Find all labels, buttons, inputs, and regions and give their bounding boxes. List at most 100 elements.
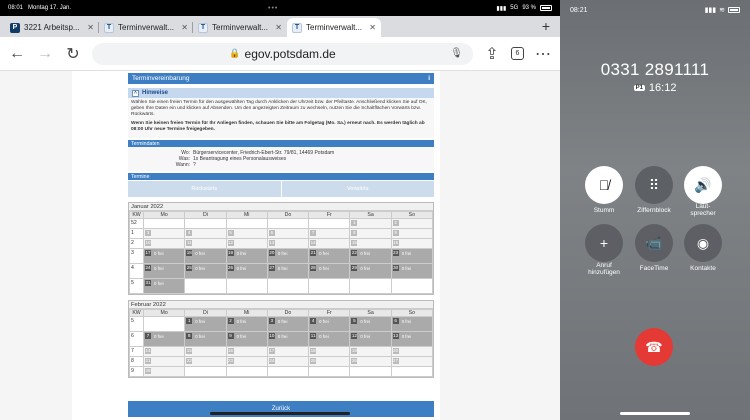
tab-3[interactable]: T Terminverwalt... ✕ bbox=[193, 18, 287, 37]
close-icon[interactable]: ✕ bbox=[181, 23, 188, 32]
day-number: 16 bbox=[392, 240, 399, 246]
day-number: 18 bbox=[310, 348, 317, 354]
phone-status-icons: ▮▮▮ ≋ bbox=[705, 6, 740, 14]
day-cell[interactable]: 50 frei bbox=[349, 316, 392, 332]
tab-favicon: P bbox=[10, 22, 20, 33]
multitask-dots[interactable]: ••• bbox=[268, 5, 278, 12]
period-navigation: Rückwärts Vorwärts bbox=[128, 181, 434, 197]
free-slots: 0 frei bbox=[195, 265, 205, 271]
day-cell[interactable]: 10 0 frei bbox=[266, 331, 310, 347]
day-cell: 21 bbox=[142, 356, 186, 367]
tab-2[interactable]: T Terminverwalt... ✕ bbox=[99, 18, 193, 37]
day-number: 31 bbox=[145, 280, 151, 286]
browser-window: 08:01 Montag 17. Jan. ••• ▮▮▮ 5G 93 % P … bbox=[0, 0, 560, 420]
day-number: 21 bbox=[310, 250, 317, 256]
day-cell[interactable]: 30 frei bbox=[266, 316, 310, 332]
day-cell[interactable]: 11 0 frei bbox=[308, 331, 351, 347]
week-number: 3 bbox=[129, 248, 144, 264]
free-slots: 0 frei bbox=[360, 318, 370, 324]
empty-cell bbox=[308, 366, 351, 377]
weekday-header: Sa bbox=[349, 211, 392, 219]
hint-paragraph-1: Wählen Sie einen freien Termin für den a… bbox=[131, 100, 428, 117]
day-cell: 10 bbox=[142, 238, 186, 249]
tab-4-active[interactable]: T Terminverwalt... ✕ bbox=[287, 18, 381, 37]
backward-button[interactable]: Rückwärts bbox=[128, 181, 281, 197]
day-cell[interactable]: 29 0 frei bbox=[349, 263, 392, 279]
end-call-button[interactable]: ☎ bbox=[635, 328, 673, 366]
day-cell[interactable]: 30 0 frei bbox=[390, 263, 434, 279]
speaker-button[interactable]: 🔊 bbox=[684, 166, 722, 204]
add-call-button[interactable]: + bbox=[585, 224, 623, 262]
day-number: 23 bbox=[227, 358, 234, 364]
day-cell[interactable]: 24 0 frei bbox=[142, 263, 186, 279]
day-number: 22 bbox=[351, 250, 358, 256]
day-number: 6 bbox=[268, 230, 275, 236]
forward-button[interactable]: Vorwärts bbox=[281, 181, 434, 197]
caller-number: 0331 2891111 bbox=[600, 60, 710, 79]
forward-arrow-icon[interactable]: → bbox=[36, 45, 54, 63]
weekday-header: Sa bbox=[349, 309, 392, 317]
day-cell[interactable]: 10 frei bbox=[184, 316, 227, 332]
day-cell[interactable]: 40 frei bbox=[308, 316, 351, 332]
day-number: 14 bbox=[145, 348, 151, 354]
week-number: 1 bbox=[129, 228, 144, 239]
empty-cell bbox=[184, 278, 227, 294]
empty-cell bbox=[266, 278, 310, 294]
day-cell[interactable]: 13 0 frei bbox=[390, 331, 434, 347]
hint-paragraph-2: Wenn Sie keinen freien Termin für Ihr An… bbox=[131, 121, 425, 132]
close-icon[interactable]: ✕ bbox=[369, 23, 376, 32]
day-cell[interactable]: 90 frei bbox=[225, 331, 268, 347]
day-cell[interactable]: 22 0 frei bbox=[349, 248, 392, 264]
day-number: 30 bbox=[392, 265, 399, 271]
day-cell[interactable]: 19 0 frei bbox=[225, 248, 268, 264]
share-icon[interactable]: ⇪ bbox=[483, 44, 501, 64]
day-cell[interactable]: 26 0 frei bbox=[225, 263, 268, 279]
free-slots: 0 frei bbox=[360, 265, 370, 271]
keypad-button[interactable]: ⠿ bbox=[635, 166, 673, 204]
close-icon[interactable]: ✕ bbox=[87, 23, 94, 32]
day-cell: 6 bbox=[266, 228, 310, 239]
collapse-icon[interactable]: ^ bbox=[132, 89, 139, 97]
day-cell[interactable]: 27 0 frei bbox=[266, 263, 310, 279]
day-cell[interactable]: 20 0 frei bbox=[266, 248, 310, 264]
day-number: 11 bbox=[310, 333, 317, 339]
day-number: 11 bbox=[186, 240, 193, 246]
info-icon[interactable]: i bbox=[428, 75, 430, 82]
tab-favicon: T bbox=[292, 22, 302, 33]
day-cell[interactable]: 60 frei bbox=[390, 316, 434, 332]
mute-button[interactable]: 🎙̸ bbox=[585, 166, 623, 204]
back-arrow-icon[interactable]: ← bbox=[8, 45, 26, 63]
empty-cell bbox=[266, 218, 310, 229]
tab-switcher-button[interactable]: 6 bbox=[511, 47, 524, 60]
weekday-header: Mi bbox=[225, 309, 268, 317]
day-cell[interactable]: 70 frei bbox=[142, 331, 186, 347]
day-cell[interactable]: 80 frei bbox=[184, 331, 227, 347]
day-number: 28 bbox=[145, 368, 151, 374]
address-bar[interactable]: 🔒 egov.potsdam.de 🎙 bbox=[92, 42, 473, 65]
day-cell[interactable]: 17 0 frei bbox=[142, 248, 186, 264]
more-menu-icon[interactable]: ⋯ bbox=[534, 44, 552, 64]
day-number: 9 bbox=[227, 333, 234, 339]
day-cell[interactable]: 18 0 frei bbox=[184, 248, 227, 264]
day-cell[interactable]: 28 0 frei bbox=[308, 263, 351, 279]
facetime-button[interactable]: 📹 bbox=[635, 224, 673, 262]
contacts-button[interactable]: ◉ bbox=[684, 224, 722, 262]
new-tab-button[interactable]: + bbox=[542, 18, 550, 34]
weekday-header: So bbox=[390, 309, 434, 317]
hints-header[interactable]: ^ Hinweise bbox=[128, 88, 434, 98]
day-number: 25 bbox=[310, 358, 317, 364]
weekday-header: Di bbox=[184, 211, 227, 219]
day-cell[interactable]: 21 0 frei bbox=[308, 248, 351, 264]
microphone-icon[interactable]: 🎙 bbox=[450, 48, 463, 59]
day-cell[interactable]: 25 0 frei bbox=[184, 263, 227, 279]
day-number: 13 bbox=[392, 333, 399, 339]
close-icon[interactable]: ✕ bbox=[275, 23, 282, 32]
day-cell[interactable]: 23 0 frei bbox=[390, 248, 434, 264]
day-cell[interactable]: 12 0 frei bbox=[349, 331, 392, 347]
tab-1[interactable]: P 3221 Arbeitsp... ✕ bbox=[5, 18, 99, 37]
day-cell[interactable]: 20 frei bbox=[225, 316, 268, 332]
lock-icon: 🔒 bbox=[229, 48, 241, 58]
reload-icon[interactable]: ↻ bbox=[64, 44, 82, 64]
free-slots: 0 frei bbox=[319, 250, 329, 256]
day-cell[interactable]: 31 0 frei bbox=[142, 278, 186, 294]
